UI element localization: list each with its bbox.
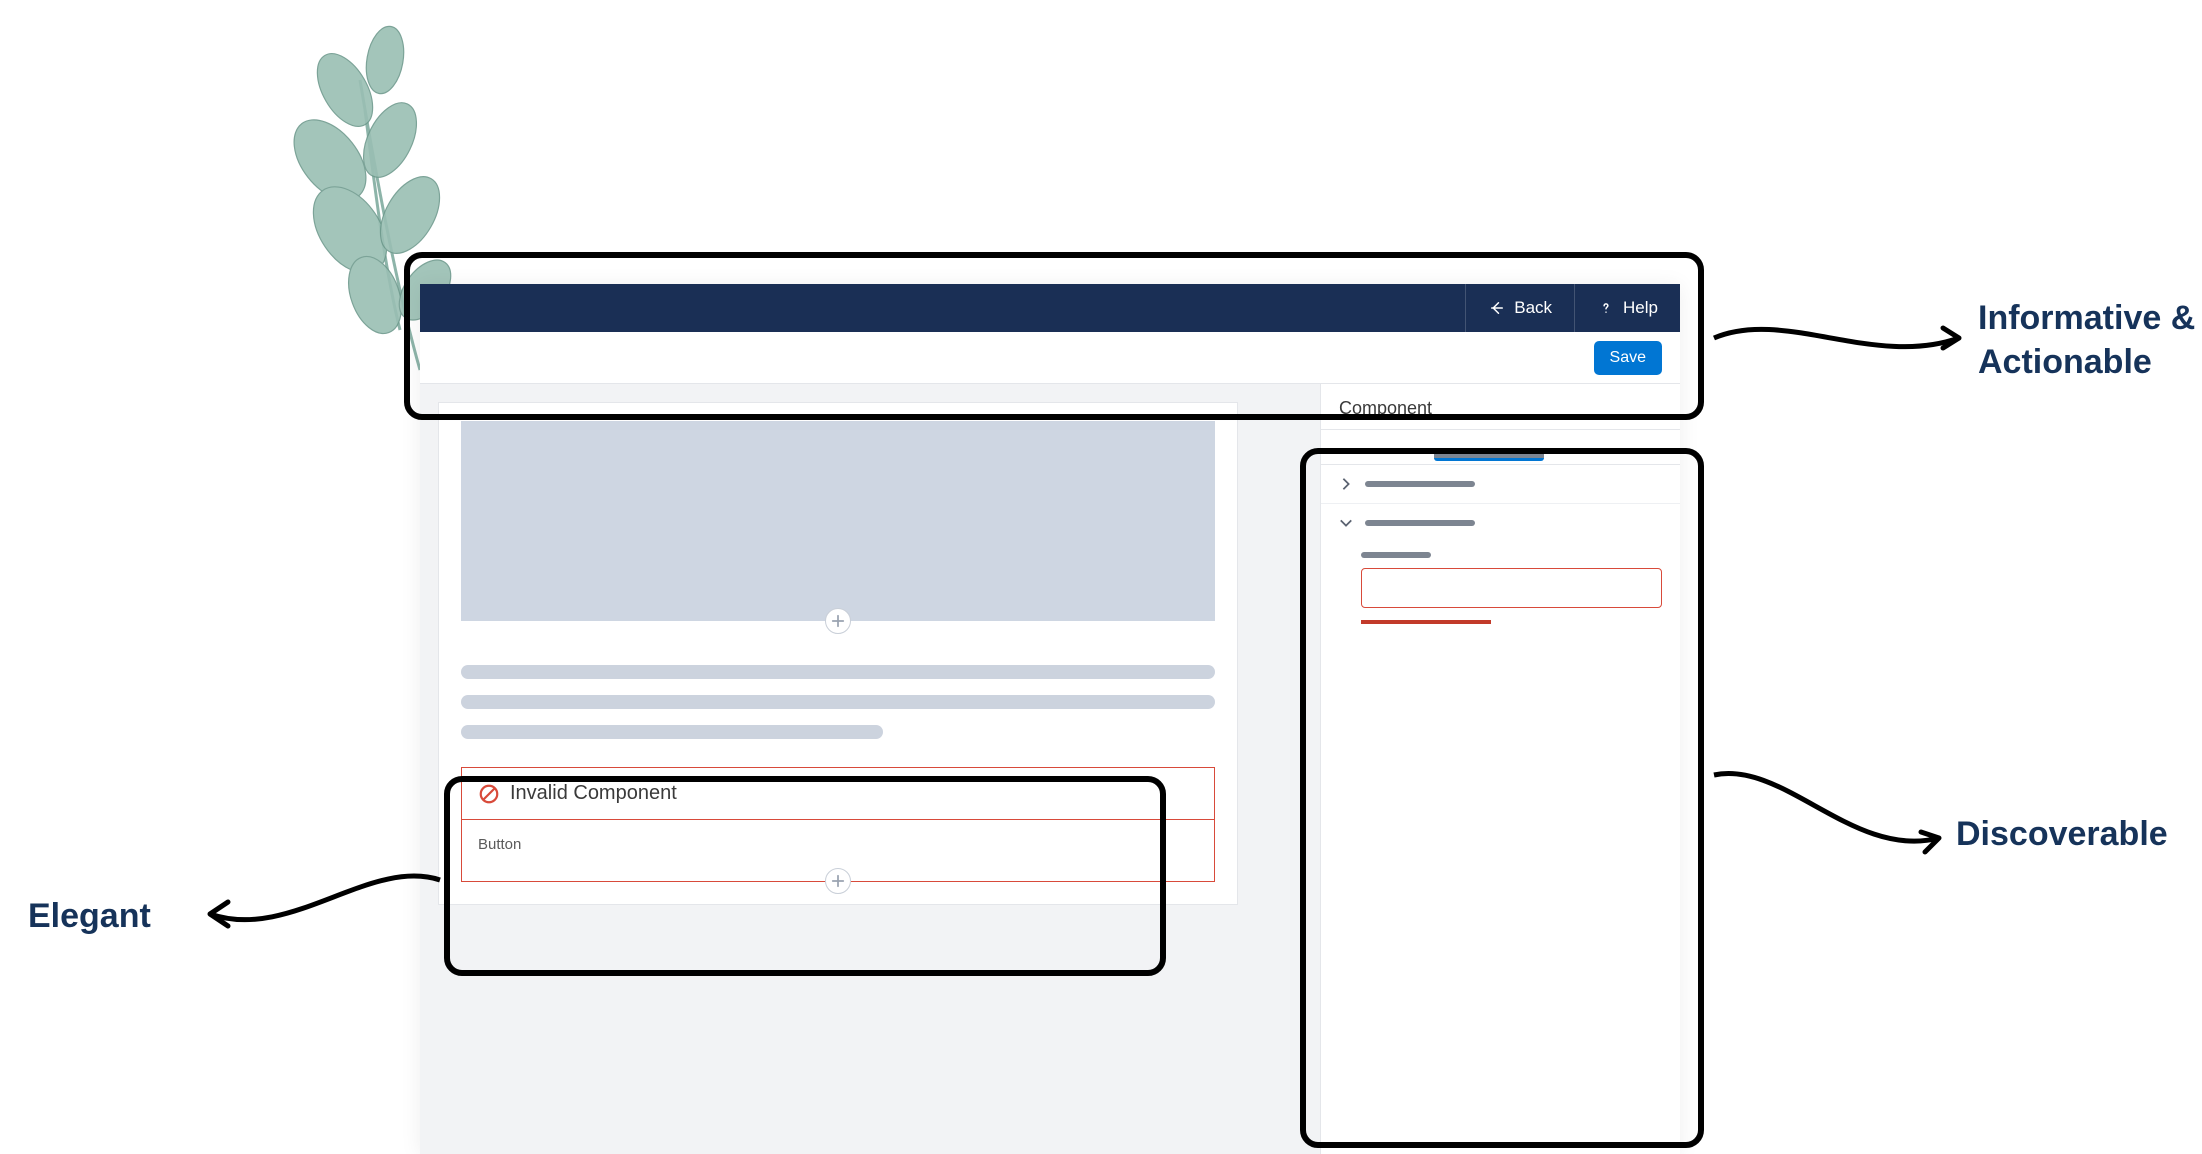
arrow-left-icon: [1488, 299, 1506, 317]
panel-title: Component: [1321, 384, 1680, 430]
error-field-block: [1321, 542, 1680, 634]
invalid-component-body: Button: [478, 836, 521, 853]
chevron-down-icon: [1339, 516, 1353, 530]
invalid-component-title: Invalid Component: [510, 782, 677, 805]
question-icon: [1597, 299, 1615, 317]
add-component-button[interactable]: [825, 608, 851, 634]
help-label: Help: [1623, 298, 1658, 318]
save-button[interactable]: Save: [1594, 341, 1662, 375]
top-nav-bar: Back Help: [420, 284, 1680, 332]
property-row-expanded[interactable]: [1321, 504, 1680, 542]
arrow-discoverable: [1704, 760, 1954, 870]
action-bar: Save: [420, 332, 1680, 384]
panel-tab[interactable]: [1339, 448, 1394, 454]
builder-canvas: Invalid Component Button Component: [420, 284, 1680, 1154]
invalid-component-card[interactable]: Invalid Component Button: [461, 767, 1215, 882]
annotation-informative: Informative & Actionable: [1978, 296, 2202, 384]
property-row-collapsed[interactable]: [1321, 465, 1680, 504]
page-canvas: Invalid Component Button: [438, 402, 1238, 905]
plus-icon: [831, 874, 845, 888]
arrow-elegant: [190, 852, 450, 952]
add-component-button[interactable]: [825, 868, 851, 894]
property-panel: Component: [1320, 384, 1680, 1154]
no-entry-icon: [478, 783, 500, 805]
annotation-elegant: Elegant: [28, 894, 151, 938]
back-button[interactable]: Back: [1465, 284, 1574, 332]
chevron-right-icon: [1339, 477, 1353, 491]
field-label-placeholder: [1361, 552, 1431, 558]
error-input[interactable]: [1361, 568, 1662, 608]
panel-tab-active[interactable]: [1434, 448, 1544, 461]
text-placeholder-block: [461, 647, 1215, 739]
error-message-placeholder: [1361, 620, 1491, 624]
back-label: Back: [1514, 298, 1552, 318]
hero-placeholder[interactable]: [461, 421, 1215, 621]
arrow-informative: [1704, 298, 1974, 378]
annotation-discoverable: Discoverable: [1956, 812, 2168, 856]
help-button[interactable]: Help: [1574, 284, 1680, 332]
panel-tabs: [1321, 430, 1680, 465]
plus-icon: [831, 614, 845, 628]
